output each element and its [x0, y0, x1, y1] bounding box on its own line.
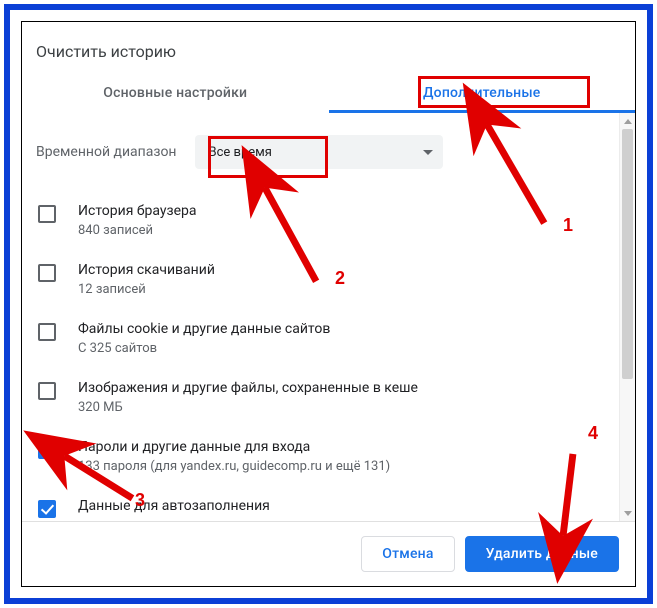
annotation-number-2: 2: [335, 268, 345, 289]
annotation-number-3: 3: [135, 490, 145, 511]
annotation-box-2: [208, 136, 328, 178]
annotation-number-1: 1: [563, 215, 573, 236]
annotation-box-1: [418, 76, 590, 108]
annotation-number-4: 4: [588, 423, 598, 444]
